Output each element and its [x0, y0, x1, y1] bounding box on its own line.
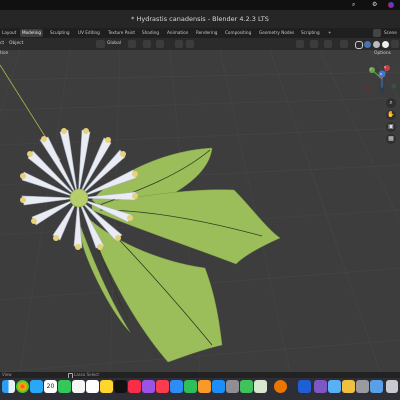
numbers-icon[interactable]: [184, 380, 197, 393]
stamen: [41, 136, 47, 142]
tab-layout[interactable]: Layout: [0, 29, 18, 37]
gizmo-neg-y: [391, 83, 397, 89]
3d-viewport[interactable]: tion Options X Y Z ⌕ ✋ ▣ ▦: [0, 50, 400, 372]
settings-icon[interactable]: [226, 380, 239, 393]
stamen: [120, 151, 126, 157]
gizmo-toggle-icon[interactable]: [310, 40, 318, 48]
viewport-scene: [0, 50, 400, 372]
messages-icon[interactable]: [58, 380, 71, 393]
tv-icon[interactable]: [114, 380, 127, 393]
zoom-view-icon[interactable]: ⌕: [386, 98, 396, 108]
stamen: [27, 151, 33, 157]
workspace-tabs-bar: Layout Modeling Sculpting UV Editing Tex…: [0, 28, 400, 38]
tab-animation[interactable]: Animation: [165, 29, 190, 37]
appstore-icon[interactable]: [212, 380, 225, 393]
tab-shading[interactable]: Shading: [140, 29, 161, 37]
trash-icon[interactable]: [386, 380, 398, 393]
folder-icon[interactable]: [370, 380, 383, 393]
safari-icon[interactable]: [30, 380, 43, 393]
notes-icon[interactable]: [100, 380, 113, 393]
gizmo-y-label: Y: [370, 67, 372, 71]
scene-icon[interactable]: [373, 29, 381, 37]
finder-icon[interactable]: [2, 380, 15, 393]
gizmo-neg-x: [365, 85, 371, 91]
tab-uv-editing[interactable]: UV Editing: [76, 29, 102, 37]
music-icon[interactable]: [128, 380, 141, 393]
visibility-icon[interactable]: [296, 40, 304, 48]
scene-label[interactable]: Scene: [382, 29, 399, 37]
tab-scripting[interactable]: Scripting: [299, 29, 322, 37]
orientation-icon[interactable]: [96, 40, 105, 48]
pan-view-icon[interactable]: ✋: [386, 110, 396, 120]
shading-wireframe-icon[interactable]: [355, 41, 363, 49]
shading-material-icon[interactable]: [373, 41, 380, 48]
camera-view-icon[interactable]: ▣: [386, 122, 396, 132]
shading-rendered-icon[interactable]: [382, 41, 389, 48]
xray-icon[interactable]: [340, 40, 348, 48]
gizmo-x-label: X: [384, 65, 387, 69]
gizmo-neg-z: [379, 87, 385, 93]
stamen: [31, 218, 37, 224]
stamen: [105, 137, 111, 143]
keynote-icon[interactable]: [170, 380, 183, 393]
stamen: [127, 215, 133, 221]
snap-icon[interactable]: [143, 40, 151, 48]
dock: 20: [0, 378, 400, 400]
stamen: [61, 128, 67, 134]
control-center-icon[interactable]: ⚙: [372, 1, 380, 9]
tab-geometry-nodes[interactable]: Geometry Nodes: [257, 29, 296, 37]
transform-orientation-dropdown[interactable]: Global: [107, 40, 121, 48]
stamen: [97, 244, 103, 250]
macos-menubar: ⌕ ⚙: [0, 0, 400, 10]
tab-rendering[interactable]: Rendering: [194, 29, 219, 37]
header-menu-fragment[interactable]: ct: [0, 40, 4, 48]
flower-center: [69, 188, 89, 208]
stamen: [75, 244, 81, 250]
stamen: [20, 173, 26, 179]
title-bar: * Hydrastis canadensis - Blender 4.2.3 L…: [0, 10, 400, 28]
add-workspace-button[interactable]: +: [326, 29, 334, 37]
perspective-toggle-icon[interactable]: ▦: [386, 134, 396, 144]
leaf-group: [79, 147, 281, 363]
stamen: [20, 197, 26, 203]
stamen: [132, 171, 138, 177]
snap-settings-icon[interactable]: [156, 40, 164, 48]
photos-icon[interactable]: [72, 380, 85, 393]
maps-icon[interactable]: [254, 380, 267, 393]
shading-solid-icon[interactable]: [364, 41, 371, 48]
search-icon[interactable]: ⌕: [352, 1, 360, 9]
photo-editor-icon[interactable]: [314, 380, 327, 393]
tab-compositing[interactable]: Compositing: [223, 29, 253, 37]
pivot-icon[interactable]: [128, 40, 136, 48]
stamen: [83, 128, 89, 134]
tab-modeling[interactable]: Modeling: [20, 29, 44, 37]
pages-icon[interactable]: [198, 380, 211, 393]
overlays-icon[interactable]: [324, 40, 332, 48]
preview-icon[interactable]: [328, 380, 341, 393]
proportional-edit-icon[interactable]: [175, 40, 183, 48]
tab-sculpting[interactable]: Sculpting: [48, 29, 72, 37]
reminders-icon[interactable]: [86, 380, 99, 393]
finder2-icon[interactable]: [342, 380, 355, 393]
bluetooth-icon[interactable]: [298, 380, 311, 393]
stamen: [53, 235, 59, 241]
blender-icon[interactable]: [274, 380, 287, 393]
viewport-header: ct Object Global: [0, 38, 400, 50]
falloff-icon[interactable]: [186, 40, 194, 48]
facetime-icon[interactable]: [240, 380, 253, 393]
podcasts-icon[interactable]: [142, 380, 155, 393]
news-icon[interactable]: [156, 380, 169, 393]
stamen: [115, 235, 121, 241]
tool-icon[interactable]: [356, 380, 369, 393]
tab-texture-paint[interactable]: Texture Paint: [106, 29, 137, 37]
gizmo-z-label: Z: [380, 72, 383, 76]
calendar-icon[interactable]: 20: [44, 380, 57, 393]
launchpad-icon[interactable]: [16, 380, 29, 393]
stamen: [132, 193, 138, 199]
petal: [59, 129, 79, 199]
siri-icon[interactable]: [388, 2, 394, 8]
object-menu[interactable]: Object: [9, 40, 23, 48]
window-title: * Hydrastis canadensis - Blender 4.2.3 L…: [131, 15, 269, 23]
shading-options-icon[interactable]: [391, 40, 399, 48]
